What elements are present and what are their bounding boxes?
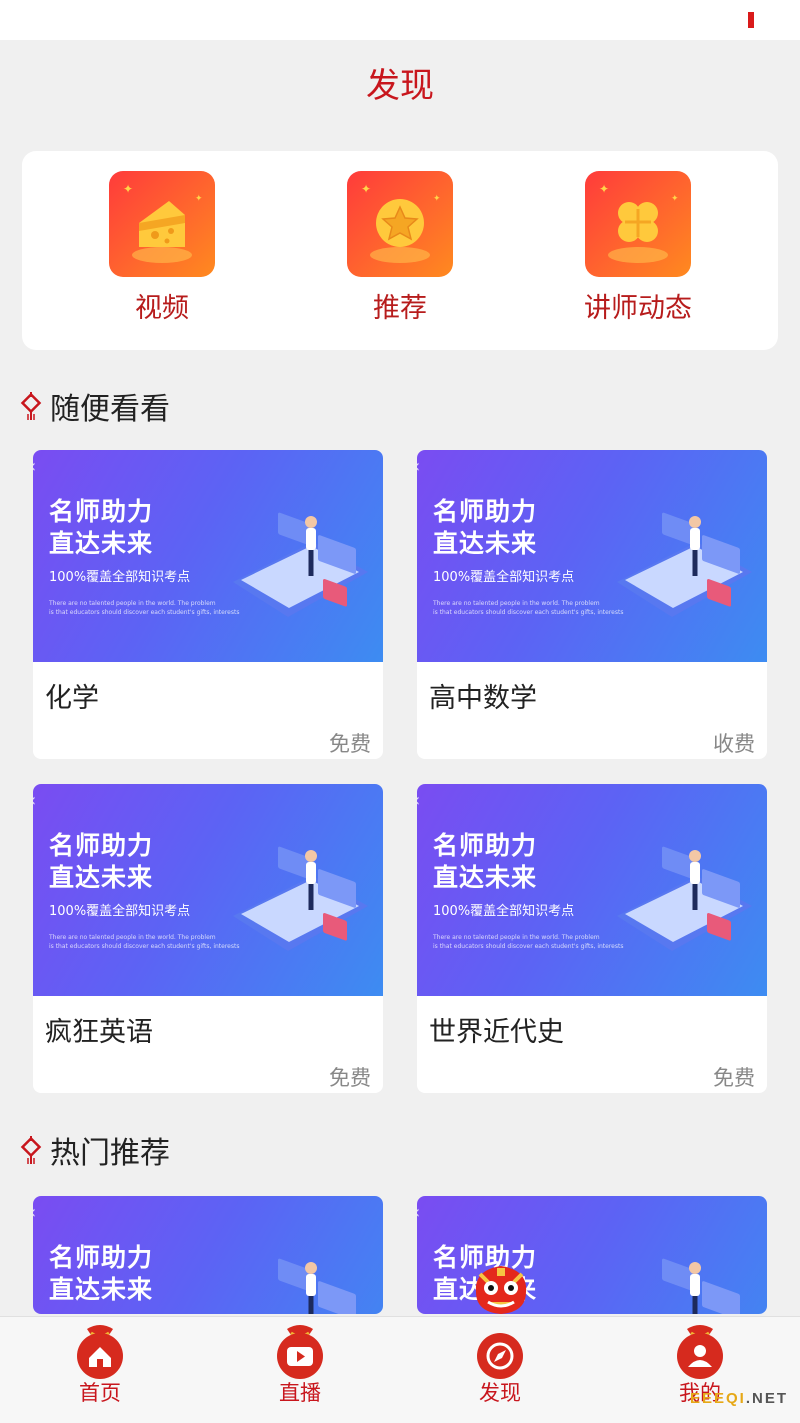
phone-illustration-icon (233, 512, 368, 617)
banner-subtitle: 100%覆盖全部知识考点 (433, 904, 575, 919)
tab-home[interactable]: 首页 (0, 1317, 200, 1423)
banner-quote: There are no talented people in the worl… (49, 600, 216, 607)
cheese-icon: ✦ ✦ (109, 171, 215, 277)
course-title: 疯狂英语 (45, 1017, 153, 1048)
banner-headline-2: 直达未来 (433, 529, 538, 558)
course-card[interactable]: ‹ 名师助力 直达未来 100%覆盖全部知识考点 There are no ta… (417, 450, 767, 759)
banner-quote: There are no talented people in the worl… (433, 600, 600, 607)
phone-illustration-icon (617, 512, 752, 617)
play-icon (277, 1325, 323, 1379)
banner-headline-2: 直达未来 (433, 863, 538, 892)
back-arrow-icon: ‹ (33, 1202, 36, 1223)
svg-text:✦: ✦ (433, 194, 441, 204)
banner-subtitle: 100%覆盖全部知识考点 (49, 904, 191, 919)
back-arrow-icon: ‹ (33, 456, 36, 477)
back-arrow-icon: ‹ (417, 790, 420, 811)
course-card[interactable]: ‹ 名师助力 直达未来 100%覆盖全部知识考点 There are no ta… (33, 784, 383, 1093)
course-price: 免费 (329, 732, 371, 756)
banner-headline: 名师助力 (433, 831, 538, 860)
banner-subtitle: 100%覆盖全部知识考点 (433, 570, 575, 585)
quick-link-label: 推荐 (373, 293, 427, 324)
banner-headline-2: 直达未来 (49, 863, 154, 892)
banner-headline: 名师助力 (49, 831, 154, 860)
back-arrow-icon: ‹ (33, 790, 36, 811)
status-bar (0, 0, 800, 40)
tab-label: 发现 (479, 1381, 521, 1405)
course-banner: ‹ 名师助力 直达未来 100%覆盖全部知识考点 There are no ta… (33, 450, 383, 662)
course-price: 收费 (713, 732, 755, 756)
course-banner: ‹ 名师助力 直达未来 100%覆盖全部知识考点 There are no ta… (417, 450, 767, 662)
banner-quote-2: is that educators should discover each s… (433, 943, 624, 950)
home-icon (77, 1325, 123, 1379)
tab-label: 首页 (79, 1381, 121, 1405)
tab-label: 直播 (279, 1381, 321, 1405)
banner-headline: 名师助力 (49, 1243, 154, 1272)
watermark: EEEQI.NET (690, 1390, 788, 1407)
phone-illustration-icon (278, 1258, 356, 1314)
bottom-tab-bar: 首页 直播 发现 我的 (0, 1316, 800, 1423)
course-card[interactable]: ‹ 名师助力 直达未来 100%覆盖全部知识考点 There are no ta… (33, 450, 383, 759)
phone-illustration-icon (662, 1258, 740, 1314)
course-price: 免费 (713, 1066, 755, 1090)
course-banner: ‹ 名师助力 直达未来 (33, 1196, 383, 1314)
svg-text:✦: ✦ (361, 182, 371, 196)
svg-text:✦: ✦ (599, 182, 609, 196)
banner-headline-2: 直达未来 (49, 1275, 154, 1304)
chinese-knot-icon (20, 1136, 42, 1164)
course-title: 化学 (45, 683, 99, 714)
course-card[interactable]: ‹ 名师助力 直达未来 100%覆盖全部知识考点 There are no ta… (417, 784, 767, 1093)
chinese-knot-icon (20, 392, 42, 420)
clover-icon: ✦ ✦ (585, 171, 691, 277)
tab-live[interactable]: 直播 (200, 1317, 400, 1423)
lion-dance-head-icon (475, 1266, 527, 1314)
banner-subtitle: 100%覆盖全部知识考点 (49, 570, 191, 585)
course-banner: ‹ 名师助力 直达未来 100%覆盖全部知识考点 There are no ta… (417, 784, 767, 996)
phone-illustration-icon (617, 846, 752, 951)
quick-link-video[interactable]: ✦ ✦ 视频 (82, 171, 242, 327)
watermark-suffix: .NET (745, 1390, 789, 1407)
section-header-browse: 随便看看 (20, 384, 170, 428)
quick-link-label: 讲师动态 (584, 293, 692, 324)
course-card[interactable]: ‹ 名师助力 直达未来 (33, 1196, 383, 1314)
banner-quote: There are no talented people in the worl… (49, 934, 216, 941)
quick-link-label: 视频 (135, 293, 189, 324)
svg-text:✦: ✦ (195, 194, 203, 204)
course-title: 高中数学 (429, 683, 537, 714)
svg-text:✦: ✦ (671, 194, 679, 204)
svg-text:✦: ✦ (123, 182, 133, 196)
star-coin-icon: ✦ ✦ (347, 171, 453, 277)
back-arrow-icon: ‹ (417, 456, 420, 477)
banner-headline: 名师助力 (49, 497, 154, 526)
banner-headline: 名师助力 (433, 497, 538, 526)
compass-icon (477, 1333, 523, 1379)
watermark-prefix: EEEQI (690, 1390, 746, 1407)
phone-illustration-icon (233, 846, 368, 951)
banner-quote-2: is that educators should discover each s… (433, 609, 624, 616)
banner-headline-2: 直达未来 (49, 529, 154, 558)
quick-link-recommend[interactable]: ✦ ✦ 推荐 (320, 171, 480, 327)
course-banner: ‹ 名师助力 直达未来 100%覆盖全部知识考点 There are no ta… (33, 784, 383, 996)
page-title: 发现 (366, 66, 434, 106)
tab-discover[interactable]: 发现 (400, 1317, 600, 1423)
course-price: 免费 (329, 1066, 371, 1090)
user-icon (677, 1325, 723, 1379)
quick-links-panel: ✦ ✦ 视频 ✦ ✦ 推荐 ✦ ✦ 讲师动态 (22, 151, 778, 350)
section-title: 随便看看 (50, 392, 170, 427)
banner-quote-2: is that educators should discover each s… (49, 609, 240, 616)
back-arrow-icon: ‹ (417, 1202, 420, 1223)
section-header-hot: 热门推荐 (20, 1128, 170, 1172)
battery-icon (748, 12, 754, 28)
banner-quote: There are no talented people in the worl… (433, 934, 600, 941)
tab-mine[interactable]: 我的 (600, 1317, 800, 1423)
section-title: 热门推荐 (50, 1136, 170, 1171)
course-title: 世界近代史 (429, 1017, 564, 1048)
quick-link-lecturer-news[interactable]: ✦ ✦ 讲师动态 (558, 171, 718, 327)
banner-quote-2: is that educators should discover each s… (49, 943, 240, 950)
